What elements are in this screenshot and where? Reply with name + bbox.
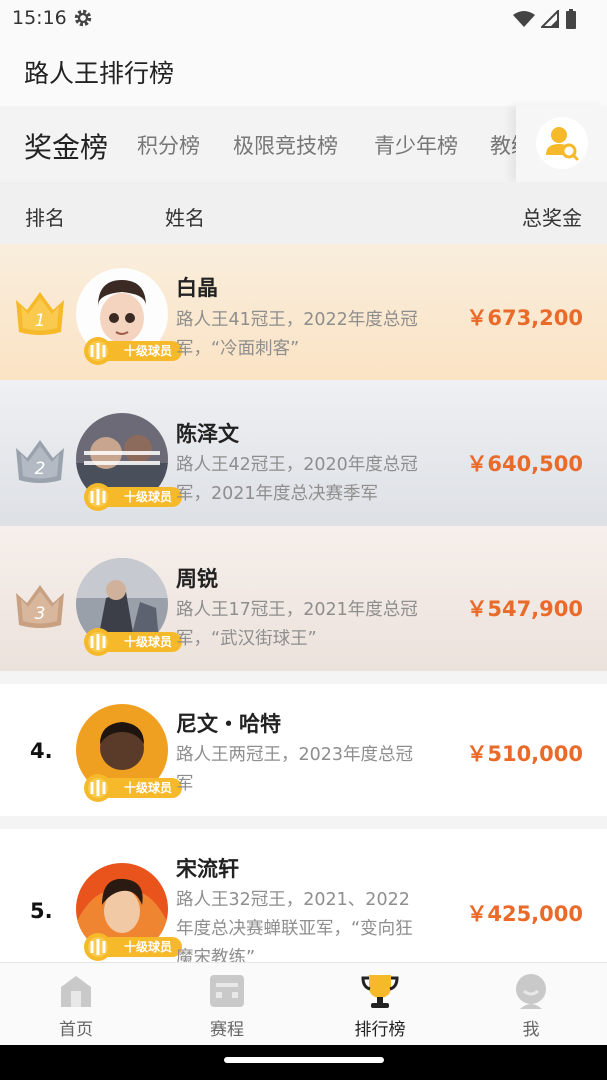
- wifi-icon: [513, 10, 535, 32]
- leaderboard-row[interactable]: 4. 十级球员 尼文・哈特 路人王两冠王，2023年度总冠军 ￥510,000: [0, 684, 607, 816]
- nav-leaderboard[interactable]: 排行榜: [330, 973, 430, 1040]
- silver-crown-icon: 2: [16, 440, 64, 483]
- profile-icon: [516, 974, 546, 1009]
- column-header: 排名 姓名 总奖金: [0, 182, 607, 244]
- column-rank: 排名: [25, 206, 65, 230]
- bottom-navigation: 首页 赛程 排行榜 我: [0, 962, 607, 1045]
- rank-number: 4.: [30, 739, 53, 763]
- column-name: 姓名: [165, 206, 205, 230]
- search-area: [516, 106, 607, 182]
- level-badge-label: 十级球员: [124, 940, 173, 954]
- nav-home[interactable]: 首页: [26, 973, 126, 1040]
- page-title: 路人王排行榜: [24, 59, 175, 88]
- nav-me[interactable]: 我: [481, 973, 581, 1040]
- tab-youth-label: 青少年榜: [374, 134, 458, 158]
- player-description: 路人王41冠王，2022年度总冠军，“冷面刺客”: [176, 310, 418, 359]
- tab-points[interactable]: 积分榜: [137, 130, 200, 160]
- crown-rank-number: 1: [35, 311, 46, 331]
- player-name: 周锐: [176, 567, 218, 591]
- gold-crown-icon: 1: [16, 292, 64, 335]
- prize-amount: ￥510,000: [466, 742, 583, 766]
- ranking-tabs: 奖金榜 积分榜 极限竞技榜 青少年榜 教练: [0, 106, 607, 182]
- nav-me-label: 我: [522, 1020, 540, 1040]
- nav-home-label: 首页: [59, 1020, 93, 1040]
- player-name: 陈泽文: [176, 422, 239, 446]
- home-icon: [61, 976, 91, 1007]
- app-screen: 15:16 路人王排行榜 奖金榜 积分榜 极限竞技榜 青少年榜 教 排名 姓名 …: [0, 0, 607, 1045]
- nav-schedule[interactable]: 赛程: [177, 973, 277, 1040]
- prize-amount: ￥640,500: [466, 452, 583, 476]
- player-name: 尼文・哈特: [176, 712, 281, 736]
- crown-rank-number: 2: [35, 459, 46, 479]
- tab-extreme[interactable]: 极限竞技榜: [233, 130, 338, 160]
- prize-amount: ￥547,900: [466, 597, 583, 621]
- leaderboard-row[interactable]: 5. 十级球员 宋流轩 路人王32冠王，2021、2022年度总决赛蝉联亚军，“…: [0, 829, 607, 968]
- level-badge: 十级球员: [76, 482, 184, 512]
- tab-youth[interactable]: 青少年榜: [374, 130, 458, 160]
- crown-rank-number: 3: [35, 604, 46, 624]
- battery-icon: [565, 9, 577, 33]
- status-time: 15:16: [12, 7, 67, 29]
- player-description: 路人王42冠王，2020年度总冠军，2021年度总决赛季军: [176, 455, 418, 504]
- prize-amount: ￥673,200: [466, 306, 583, 330]
- player-description: 路人王32冠王，2021、2022年度总决赛蝉联亚军，“变向狂魔宋教练”: [176, 890, 413, 968]
- app-bar: 路人王排行榜: [0, 36, 607, 106]
- tab-extreme-label: 极限竞技榜: [233, 134, 338, 158]
- nav-leaderboard-label: 排行榜: [354, 1020, 406, 1040]
- tab-prize[interactable]: 奖金榜: [24, 126, 108, 166]
- search-user-icon: [546, 127, 579, 161]
- nav-schedule-label: 赛程: [210, 1020, 244, 1040]
- level-badge: 十级球员: [76, 773, 184, 803]
- leaderboard-row[interactable]: 1 十级球员 白晶 路人王41冠王，2022年度总冠军，“冷面刺客” ￥673,…: [0, 244, 607, 380]
- tab-coach[interactable]: 教练: [490, 130, 516, 160]
- cellular-signal-icon: [539, 8, 559, 32]
- status-bar: 15:16: [0, 0, 607, 36]
- settings-gear-icon: [73, 8, 93, 32]
- player-description: 路人王17冠王，2021年度总冠军，“武汉街球王”: [176, 600, 418, 649]
- leaderboard-row[interactable]: 2 十级球员 陈泽文 路人王42冠王，2020年度总冠军，2021年度总决赛季军: [0, 380, 607, 526]
- tab-coach-label: 教练: [490, 134, 516, 158]
- schedule-icon: [210, 975, 244, 1007]
- player-description: 路人王两冠王，2023年度总冠军: [176, 745, 414, 794]
- level-badge-label: 十级球员: [124, 781, 173, 795]
- player-name: 宋流轩: [176, 857, 239, 881]
- level-badge: 十级球员: [76, 932, 184, 962]
- rank-number: 5.: [30, 899, 53, 923]
- level-badge-label: 十级球员: [124, 490, 173, 504]
- status-icons: [513, 8, 577, 33]
- player-name: 白晶: [176, 276, 218, 300]
- search-player-button[interactable]: [536, 117, 588, 169]
- level-badge: 十级球员: [76, 336, 184, 366]
- level-badge-label: 十级球员: [124, 635, 173, 649]
- tab-points-label: 积分榜: [137, 134, 200, 158]
- tab-scroll-area[interactable]: 奖金榜 积分榜 极限竞技榜 青少年榜 教练: [0, 106, 516, 182]
- level-badge-label: 十级球员: [124, 344, 173, 358]
- leaderboard-row[interactable]: 3 十级球员 周锐 路人王17冠王，2021年度总冠军，“武汉街球王” ￥547…: [0, 526, 607, 671]
- system-home-indicator[interactable]: [224, 1057, 384, 1063]
- tab-prize-label: 奖金榜: [24, 131, 109, 164]
- trophy-icon: [361, 975, 399, 1008]
- bronze-crown-icon: 3: [16, 585, 64, 628]
- level-badge: 十级球员: [76, 627, 184, 657]
- prize-amount: ￥425,000: [466, 902, 583, 926]
- column-prize: 总奖金: [522, 206, 582, 230]
